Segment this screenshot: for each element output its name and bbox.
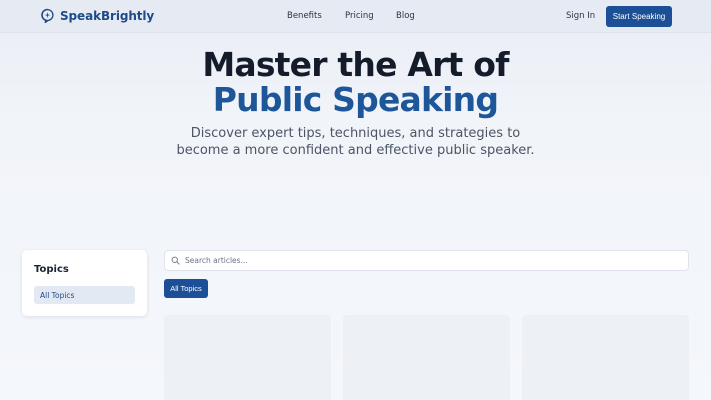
- hero-title: Master the Art of Public Speaking: [0, 47, 711, 117]
- filter-chip-all-topics[interactable]: All Topics: [164, 279, 208, 298]
- article-card[interactable]: [343, 315, 510, 400]
- article-card[interactable]: [522, 315, 689, 400]
- nav-blog[interactable]: Blog: [396, 11, 415, 21]
- search-icon: [171, 256, 180, 265]
- start-speaking-button[interactable]: Start Speaking: [606, 6, 672, 27]
- brand-name: SpeakBrightly: [60, 8, 155, 23]
- topics-title: Topics: [34, 264, 69, 275]
- hero-title-line2: Public Speaking: [212, 80, 499, 119]
- nav-pricing[interactable]: Pricing: [345, 11, 374, 21]
- search-bar: [164, 250, 689, 271]
- hero-subtitle: Discover expert tips, techniques, and st…: [176, 126, 535, 158]
- topics-sidebar: Topics All Topics: [22, 250, 147, 316]
- logo[interactable]: SpeakBrightly: [40, 8, 154, 23]
- speech-bubble-sparkle-icon: [41, 8, 54, 23]
- sidebar-item-all-topics[interactable]: All Topics: [34, 286, 135, 304]
- article-card[interactable]: [164, 315, 331, 400]
- hero-title-line1: Master the Art of: [202, 45, 509, 84]
- site-header: SpeakBrightly Benefits Pricing Blog Sign…: [0, 0, 711, 33]
- search-input[interactable]: [185, 251, 680, 270]
- nav-benefits[interactable]: Benefits: [287, 11, 322, 21]
- sign-in-link[interactable]: Sign In: [566, 11, 595, 21]
